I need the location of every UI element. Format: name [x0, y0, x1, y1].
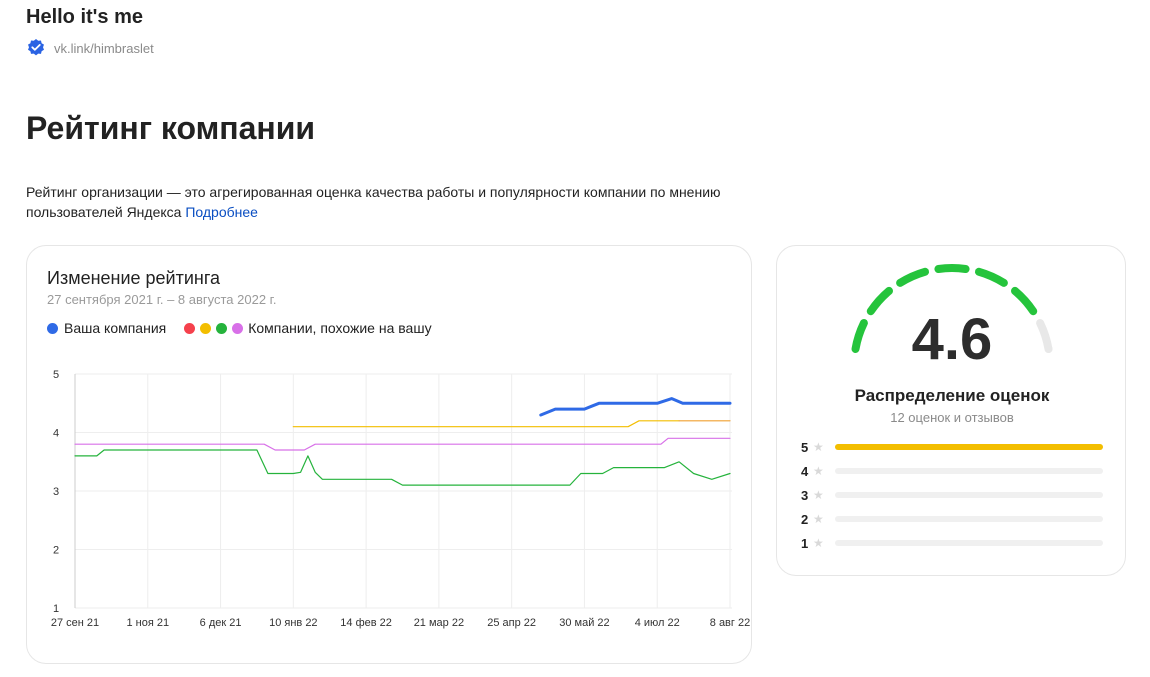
x-tick-label: 6 дек 21 — [200, 617, 242, 629]
rating-value: 4.6 — [911, 307, 993, 372]
x-tick-label: 1 ноя 21 — [126, 617, 169, 629]
profile-link[interactable]: vk.link/himbraslet — [54, 41, 154, 56]
row-stars: 2 — [801, 511, 809, 527]
star-icon: ★ — [813, 536, 824, 550]
distribution-bar — [835, 516, 1103, 522]
series-line[interactable] — [74, 449, 731, 486]
y-tick-label: 1 — [53, 603, 59, 615]
distribution-bar — [835, 492, 1103, 498]
y-tick-label: 2 — [53, 545, 59, 557]
distribution-bar — [835, 468, 1103, 474]
distribution-title: Распределение оценок — [854, 386, 1050, 405]
gauge-segment — [934, 264, 970, 273]
gauge-segment — [896, 267, 929, 287]
row-stars: 4 — [801, 463, 809, 479]
x-tick-label: 30 май 22 — [559, 617, 609, 629]
rating-history-card: Изменение рейтинга 27 сентября 2021 г. –… — [26, 245, 752, 664]
x-tick-label: 14 фев 22 — [340, 617, 392, 629]
x-tick-label: 27 сен 21 — [51, 617, 99, 629]
description-text: Рейтинг организации — это агрегированная… — [26, 184, 721, 220]
star-icon: ★ — [813, 440, 824, 454]
y-tick-label: 5 — [53, 369, 59, 381]
distribution-row-5: 5 ★ — [801, 439, 1103, 455]
series-line[interactable] — [539, 397, 732, 417]
gauge-segment — [975, 267, 1008, 287]
page-description: Рейтинг организации — это агрегированная… — [26, 182, 746, 222]
star-icon: ★ — [813, 488, 824, 502]
x-tick-label: 25 апр 22 — [487, 617, 536, 629]
rating-line-chart[interactable]: 27 сен 21 1 ноя 21 6 дек 21 10 янв 22 14 фев… — [27, 246, 753, 665]
more-link[interactable]: Подробнее — [185, 204, 258, 220]
x-tick-label: 4 июл 22 — [635, 617, 680, 629]
y-tick-label: 3 — [53, 486, 59, 498]
series-line[interactable] — [292, 420, 680, 428]
x-tick-label: 8 авг 22 — [710, 617, 750, 629]
distribution-row-4: 4 ★ — [801, 463, 1103, 479]
verified-icon — [28, 39, 44, 56]
distribution-bar-fill — [835, 444, 1103, 450]
row-stars: 5 — [801, 439, 809, 455]
rating-summary-card: 4.6 Распределение оценок 12 оценок и отз… — [776, 245, 1126, 576]
distribution-subtitle: 12 оценок и отзывов — [890, 410, 1014, 425]
distribution-row-3: 3 ★ — [801, 487, 1103, 503]
row-stars: 1 — [801, 535, 809, 551]
x-tick-label: 10 янв 22 — [269, 617, 317, 629]
row-stars: 3 — [801, 487, 809, 503]
y-tick-label: 4 — [53, 428, 59, 440]
distribution-bar — [835, 444, 1103, 450]
profile-name: Hello it's me — [26, 6, 144, 28]
profile-link-row: vk.link/himbraslet — [26, 38, 154, 58]
distribution-row-2: 2 ★ — [801, 511, 1103, 527]
distribution-bar — [835, 540, 1103, 546]
series-line[interactable] — [74, 437, 731, 451]
star-icon: ★ — [813, 512, 824, 526]
star-icon: ★ — [813, 464, 824, 478]
x-tick-label: 21 мар 22 — [414, 617, 464, 629]
distribution-row-1: 1 ★ — [801, 535, 1103, 551]
page-title: Рейтинг компании — [26, 110, 316, 146]
